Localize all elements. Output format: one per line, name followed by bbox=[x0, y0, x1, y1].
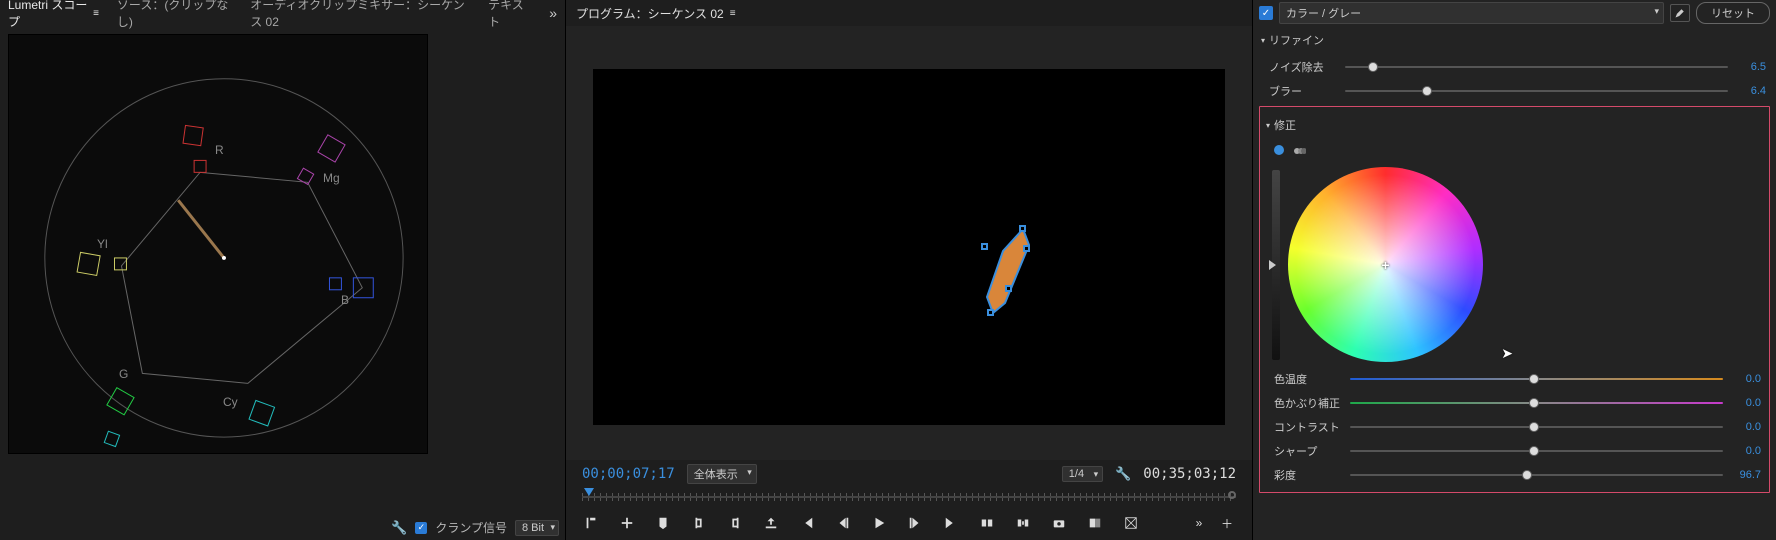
tab-label: オーディオクリップミキサー：シーケンス 02 bbox=[250, 0, 470, 30]
left-tabs: Lumetri スコープ ≡ ソース：(クリップなし) オーディオクリップミキサ… bbox=[0, 0, 565, 26]
safe-margin-icon[interactable] bbox=[1122, 514, 1140, 532]
tab-menu-icon[interactable]: ≡ bbox=[730, 8, 736, 19]
contrast-label: コントラスト bbox=[1274, 419, 1342, 435]
saturation-label: 彩度 bbox=[1274, 467, 1342, 483]
mode-curves-icon[interactable] bbox=[1294, 145, 1306, 157]
settings-icon[interactable]: 🔧 bbox=[1115, 466, 1131, 482]
duration-timecode: 00;35;03;12 bbox=[1143, 466, 1236, 482]
tab-text[interactable]: テキスト bbox=[488, 0, 531, 30]
lumetri-color-panel: ✓ カラー / グレー リセット ▾リファイン ノイズ除去 6.5 ブラー 6.… bbox=[1253, 0, 1776, 540]
export-frame-icon[interactable] bbox=[762, 514, 780, 532]
contrast-value[interactable]: 0.0 bbox=[1731, 421, 1761, 433]
luma-thumb[interactable] bbox=[1269, 260, 1276, 270]
sharpen-value[interactable]: 0.0 bbox=[1731, 445, 1761, 457]
tabs-overflow-icon[interactable]: » bbox=[549, 5, 557, 21]
selection-handle[interactable] bbox=[1005, 285, 1012, 292]
scope-label-g: G bbox=[119, 367, 128, 381]
play-icon[interactable] bbox=[870, 514, 888, 532]
wheel-center-icon: + bbox=[1381, 257, 1389, 273]
noise-slider[interactable] bbox=[1345, 66, 1728, 68]
settings-icon[interactable]: 🔧 bbox=[391, 520, 407, 536]
eyedropper-icon[interactable] bbox=[1670, 4, 1690, 22]
saturation-value[interactable]: 96.7 bbox=[1731, 469, 1761, 481]
add-button-icon[interactable]: ＋ bbox=[1218, 514, 1236, 532]
luma-slider[interactable] bbox=[1272, 170, 1280, 360]
end-marker bbox=[1228, 491, 1236, 499]
blur-slider[interactable] bbox=[1345, 90, 1728, 92]
mode-wheel-icon[interactable] bbox=[1274, 145, 1284, 155]
extract-icon[interactable] bbox=[1014, 514, 1032, 532]
tint-value[interactable]: 0.0 bbox=[1731, 397, 1761, 409]
section-refine[interactable]: ▾リファイン bbox=[1259, 26, 1770, 54]
blur-label: ブラー bbox=[1269, 83, 1337, 99]
contrast-slider[interactable] bbox=[1350, 426, 1723, 428]
selection-handle[interactable] bbox=[981, 243, 988, 250]
temperature-slider[interactable] bbox=[1350, 378, 1723, 380]
step-back-icon[interactable] bbox=[798, 514, 816, 532]
resolution-select[interactable]: 1/4 bbox=[1062, 466, 1103, 482]
tab-label: プログラム：シーケンス 02 bbox=[576, 5, 724, 22]
current-timecode[interactable]: 00;00;07;17 bbox=[582, 466, 675, 482]
in-point-icon[interactable] bbox=[690, 514, 708, 532]
tab-audio-mixer[interactable]: オーディオクリップミキサー：シーケンス 02 bbox=[250, 0, 470, 30]
marker-icon[interactable] bbox=[654, 514, 672, 532]
frame-back-icon[interactable] bbox=[834, 514, 852, 532]
cursor-icon: ➤ bbox=[1501, 345, 1513, 362]
scope-footer: 🔧 ✓ クランプ信号 8 Bit bbox=[391, 519, 559, 536]
sharpen-label: シャープ bbox=[1274, 443, 1342, 459]
camera-icon[interactable] bbox=[1050, 514, 1068, 532]
scope-label-cy: Cy bbox=[223, 395, 238, 409]
clamp-label: クランプ信号 bbox=[435, 519, 507, 536]
playhead[interactable] bbox=[584, 488, 594, 500]
vectorscope: R Mg B Cy G Yl bbox=[8, 34, 428, 454]
color-gray-select[interactable]: カラー / グレー bbox=[1279, 2, 1664, 24]
saturation-slider[interactable] bbox=[1350, 474, 1723, 476]
tab-lumetri-scopes[interactable]: Lumetri スコープ ≡ bbox=[8, 0, 99, 30]
frame-fwd-icon[interactable] bbox=[906, 514, 924, 532]
left-panel: Lumetri スコープ ≡ ソース：(クリップなし) オーディオクリップミキサ… bbox=[0, 0, 565, 540]
transport-bar: » ＋ bbox=[566, 506, 1252, 540]
tint-label: 色かぶり補正 bbox=[1274, 395, 1342, 411]
mark-in-icon[interactable] bbox=[582, 514, 600, 532]
compare-icon[interactable] bbox=[1086, 514, 1104, 532]
scope-label-mg: Mg bbox=[323, 171, 340, 185]
temperature-label: 色温度 bbox=[1274, 371, 1342, 387]
clamp-checkbox[interactable]: ✓ bbox=[415, 522, 427, 534]
selection-handle[interactable] bbox=[1023, 245, 1030, 252]
scope-label-r: R bbox=[215, 143, 224, 157]
noise-label: ノイズ除去 bbox=[1269, 59, 1337, 75]
scrub-bar[interactable] bbox=[582, 488, 1236, 506]
temperature-value[interactable]: 0.0 bbox=[1731, 373, 1761, 385]
selection-handle[interactable] bbox=[987, 309, 994, 316]
selection-handle[interactable] bbox=[1019, 225, 1026, 232]
program-panel: プログラム：シーケンス 02 ≡ 00;00;07;17 全体表示 1/4 bbox=[565, 0, 1253, 540]
section-correction-box: ▾修正 + ➤ 色温度 0.0 色かぶり補正 0.0 bbox=[1259, 106, 1770, 493]
program-viewer[interactable] bbox=[593, 69, 1225, 425]
tab-label: Lumetri スコープ bbox=[8, 0, 89, 30]
more-icon[interactable]: » bbox=[1190, 514, 1208, 532]
tab-label: テキスト bbox=[488, 0, 531, 30]
fit-select[interactable]: 全体表示 bbox=[687, 464, 757, 484]
out-point-icon[interactable] bbox=[726, 514, 744, 532]
tint-slider[interactable] bbox=[1350, 402, 1723, 404]
marker-add-icon[interactable] bbox=[618, 514, 636, 532]
noise-value[interactable]: 6.5 bbox=[1736, 61, 1766, 73]
color-wheel[interactable]: + ➤ bbox=[1288, 167, 1483, 362]
scope-label-b: B bbox=[341, 293, 349, 307]
section-correction[interactable]: ▾修正 bbox=[1264, 111, 1765, 139]
tab-source[interactable]: ソース：(クリップなし) bbox=[117, 0, 232, 30]
tab-menu-icon[interactable]: ≡ bbox=[93, 8, 99, 19]
lift-icon[interactable] bbox=[978, 514, 996, 532]
tab-label: ソース：(クリップなし) bbox=[117, 0, 232, 30]
blur-value[interactable]: 6.4 bbox=[1736, 85, 1766, 97]
bit-depth-select[interactable]: 8 Bit bbox=[515, 520, 559, 536]
enable-checkbox[interactable]: ✓ bbox=[1259, 6, 1273, 20]
tab-program[interactable]: プログラム：シーケンス 02 ≡ bbox=[576, 5, 736, 22]
scope-label-yl: Yl bbox=[97, 237, 108, 251]
sharpen-slider[interactable] bbox=[1350, 450, 1723, 452]
step-fwd-icon[interactable] bbox=[942, 514, 960, 532]
reset-button[interactable]: リセット bbox=[1696, 2, 1770, 24]
